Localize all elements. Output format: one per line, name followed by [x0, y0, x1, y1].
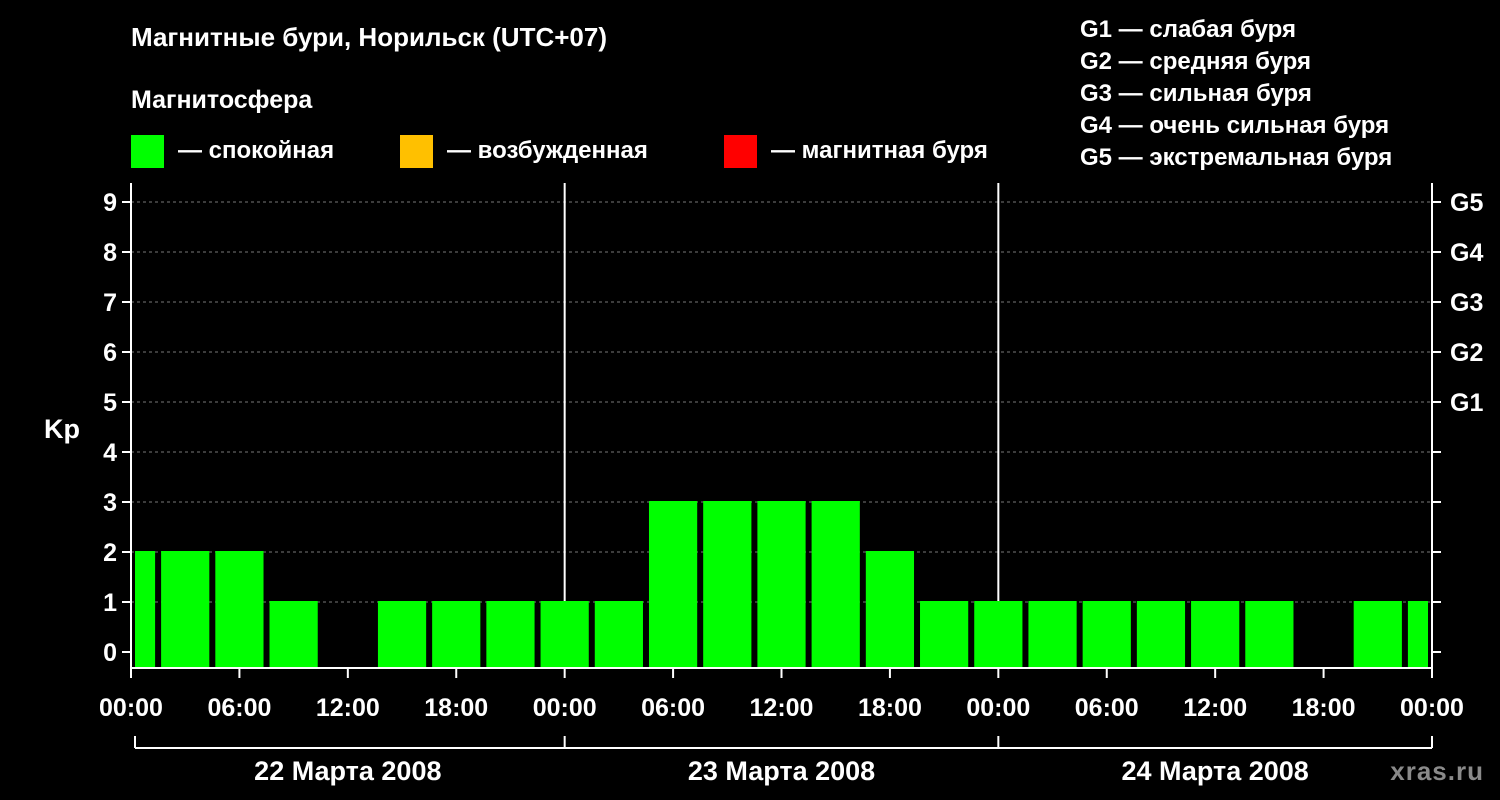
watermark: xras.ru [1390, 756, 1484, 786]
x-tick-label: 18:00 [1292, 694, 1356, 722]
y-tick-label: 2 [103, 539, 117, 567]
x-tick-label: 00:00 [99, 694, 163, 722]
g-tick-label: G2 [1450, 339, 1483, 367]
x-tick-label: 06:00 [641, 694, 705, 722]
kp-chart: 0 1 2 3 4 5 6 7 8 9 G1 G2 G3 G4 G5 Kp 00:00 06:00 12:00 18:… [44, 183, 1483, 786]
x-tick-label: 00:00 [966, 694, 1030, 722]
x-tick-label: 18:00 [858, 694, 922, 722]
kp-bar [161, 551, 210, 667]
y-tick-label: 1 [103, 589, 117, 617]
kp-bar [135, 551, 156, 667]
x-tick-label: 06:00 [207, 694, 271, 722]
kp-bar [703, 501, 752, 667]
kp-bar [1082, 601, 1131, 667]
kp-bar [974, 601, 1023, 667]
kp-bar [1136, 601, 1186, 667]
kp-bar [594, 601, 643, 667]
kp-bar [486, 601, 535, 667]
kp-bar [811, 501, 860, 667]
g-tick-label: G3 [1450, 289, 1483, 317]
axes: 0 1 2 3 4 5 6 7 8 9 G1 G2 G3 G4 G5 Kp 00:00 06:00 12:00 18:… [44, 183, 1483, 786]
y-tick-label: 5 [103, 389, 117, 417]
y-tick-label: 7 [103, 289, 117, 317]
y-tick-label: 3 [103, 489, 117, 517]
kp-bar [920, 601, 969, 667]
kp-bar [865, 551, 915, 667]
kp-bars [135, 501, 1428, 667]
kp-bar [1191, 601, 1240, 667]
g-tick-label: G1 [1450, 389, 1483, 417]
x-tick-label: 12:00 [1183, 694, 1247, 722]
kp-bar [757, 501, 806, 667]
x-tick-label: 12:00 [316, 694, 380, 722]
kp-bar [1245, 601, 1294, 667]
kp-bar [1028, 601, 1077, 667]
kp-bar [1407, 601, 1428, 667]
date-label: 24 Марта 2008 [1122, 756, 1309, 786]
y-tick-label: 9 [103, 189, 117, 217]
kp-bar [540, 601, 589, 667]
kp-bar [269, 601, 318, 667]
y-tick-label: 4 [103, 439, 117, 467]
y-tick-label: 8 [103, 239, 117, 267]
kp-bar [1353, 601, 1402, 667]
x-tick-label: 00:00 [1400, 694, 1464, 722]
x-tick-label: 00:00 [533, 694, 597, 722]
g-tick-label: G4 [1450, 239, 1483, 267]
x-tick-label: 06:00 [1075, 694, 1139, 722]
kp-bar [648, 501, 698, 667]
x-tick-label: 12:00 [750, 694, 814, 722]
kp-bar [432, 601, 481, 667]
y-tick-label: 0 [103, 639, 117, 667]
x-tick-label: 18:00 [424, 694, 488, 722]
y-axis-label: Kp [44, 414, 80, 444]
y-tick-label: 6 [103, 339, 117, 367]
date-label: 23 Марта 2008 [688, 756, 875, 786]
kp-bar [215, 551, 264, 667]
g-tick-label: G5 [1450, 189, 1483, 217]
kp-bar [377, 601, 427, 667]
date-label: 22 Марта 2008 [254, 756, 441, 786]
